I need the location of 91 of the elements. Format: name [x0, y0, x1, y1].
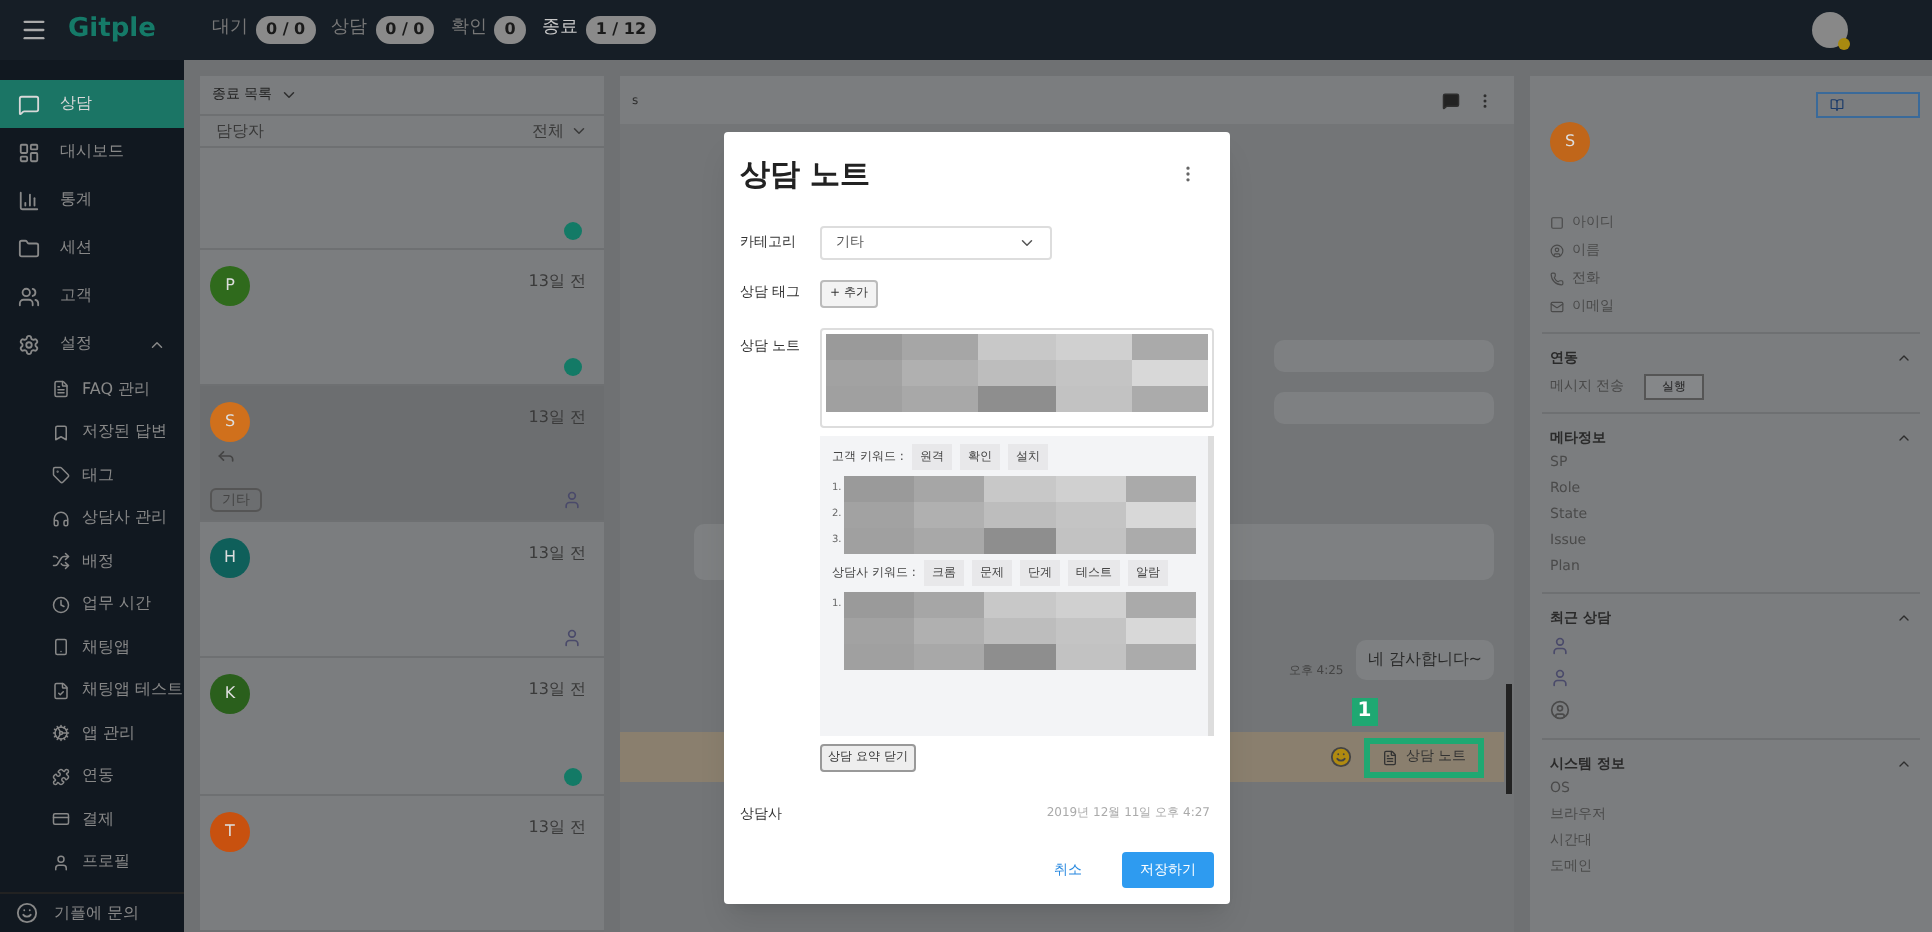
scrollbar	[1506, 684, 1512, 794]
sidebar-subitem[interactable]: 채팅앱	[0, 626, 184, 669]
status-icon	[564, 767, 582, 786]
step-number-badge: 1	[1351, 697, 1378, 725]
book-icon	[1830, 98, 1844, 112]
sidebar-item[interactable]: 상담	[0, 80, 184, 128]
agent-icon	[562, 628, 582, 649]
conversation-time: 13일 전	[528, 269, 586, 294]
conversation-time: 13일 전	[528, 815, 586, 840]
customer-avatar: K	[210, 674, 250, 715]
agent-icon	[562, 489, 582, 510]
customer-avatar: P	[210, 265, 250, 306]
collapse-icon[interactable]	[1896, 350, 1912, 366]
app-logo: Gitple	[68, 12, 158, 49]
phone-icon	[1550, 272, 1564, 286]
sidebar-item[interactable]: 세션	[0, 224, 184, 272]
sidebar-subitem[interactable]: 상담사 관리	[0, 497, 184, 540]
forward-icon	[216, 445, 236, 466]
conversation-time: 13일 전	[528, 542, 586, 567]
sidebar-subitem[interactable]: 업무 시간	[0, 583, 184, 626]
shuffle-icon	[52, 552, 70, 571]
sidebar-subitem[interactable]: 연동	[0, 755, 184, 798]
counter-label: 확인	[450, 16, 487, 43]
sidebar-item[interactable]: 대시보드	[0, 128, 184, 176]
conversation-item[interactable]: K 13일 전	[200, 658, 604, 796]
mail-icon	[1550, 300, 1564, 314]
sidebar-item[interactable]: 설정	[0, 320, 184, 368]
counter-badge: 0 / 0	[375, 16, 435, 44]
chat-icon[interactable]	[1442, 91, 1460, 109]
square-icon	[1550, 216, 1564, 230]
user-circle-icon	[1550, 244, 1564, 258]
bookmark-icon	[52, 423, 70, 442]
message-bubble: 네 감사합니다~	[1355, 640, 1494, 680]
sidebar-item[interactable]: 고객	[0, 272, 184, 320]
dashboard-icon	[18, 141, 40, 163]
sidebar-subitem[interactable]: 저장된 답변	[0, 411, 184, 454]
agent-icon[interactable]	[1550, 636, 1570, 656]
counter-badge: 0	[494, 16, 526, 44]
collapse-icon[interactable]	[1896, 610, 1912, 626]
collapse-icon[interactable]	[1896, 756, 1912, 772]
user-icon[interactable]	[1550, 700, 1570, 720]
sidebar-subitem[interactable]: 앱 관리	[0, 712, 184, 755]
folder-icon	[18, 237, 40, 259]
document-icon	[52, 380, 70, 399]
tag-icon	[52, 466, 70, 485]
customer-avatar: S	[210, 401, 250, 442]
document-icon	[1381, 749, 1398, 765]
agent-icon[interactable]	[1550, 668, 1570, 688]
puzzle-icon	[52, 767, 70, 786]
chat-bubble-icon	[18, 93, 40, 115]
counter-label: 상담	[331, 16, 368, 43]
sidebar-subitem[interactable]: 프로필	[0, 841, 184, 884]
notebook-button[interactable]	[1816, 92, 1920, 118]
counter-label: 대기	[212, 16, 248, 43]
filter-dropdown[interactable]: 전체	[532, 119, 588, 144]
smiley-icon	[16, 902, 38, 924]
menu-icon[interactable]	[20, 16, 48, 44]
mobile-phone-icon	[52, 638, 70, 657]
gear-icon	[52, 724, 70, 743]
customer-avatar: H	[210, 538, 250, 579]
sidebar-subitem[interactable]: 태그	[0, 454, 184, 497]
users-icon	[18, 285, 40, 307]
help-link[interactable]: 기플에 문의	[0, 892, 184, 932]
headset-icon	[52, 509, 70, 528]
settings-icon	[18, 333, 40, 355]
counter-badge: 0 / 0	[256, 16, 316, 44]
counter-label: 종료	[541, 16, 578, 43]
user-icon	[52, 853, 70, 872]
status-icon	[564, 357, 582, 376]
bar-chart-icon	[18, 189, 40, 211]
sidebar-subitem[interactable]: 채팅앱 테스트	[0, 669, 184, 712]
dialog-title: 상담 노트	[740, 154, 873, 196]
conversation-item[interactable]: T 13일 전	[200, 795, 604, 932]
sidebar-subitem[interactable]: 결제	[0, 798, 184, 841]
filter-label: 담당자	[216, 119, 266, 144]
sidebar-subitem[interactable]: 배정	[0, 540, 184, 583]
conversation-item[interactable]: H 13일 전	[200, 522, 604, 659]
emoji-icon	[1329, 746, 1352, 768]
customer-avatar: T	[210, 811, 250, 852]
user-avatar[interactable]	[1812, 12, 1848, 48]
sidebar-item[interactable]: 통계	[0, 176, 184, 224]
sidebar-subitem[interactable]: FAQ 관리	[0, 368, 184, 411]
clock-icon	[52, 595, 70, 614]
collapse-icon[interactable]	[1896, 430, 1912, 446]
conversation-time: 13일 전	[528, 678, 586, 703]
customer-avatar: S	[1550, 122, 1590, 162]
checked-document-icon	[52, 681, 70, 700]
status-icon	[564, 221, 582, 240]
credit-card-icon	[52, 810, 70, 829]
note-textarea[interactable]	[820, 327, 1214, 427]
counter-badge: 1 / 12	[585, 16, 657, 44]
